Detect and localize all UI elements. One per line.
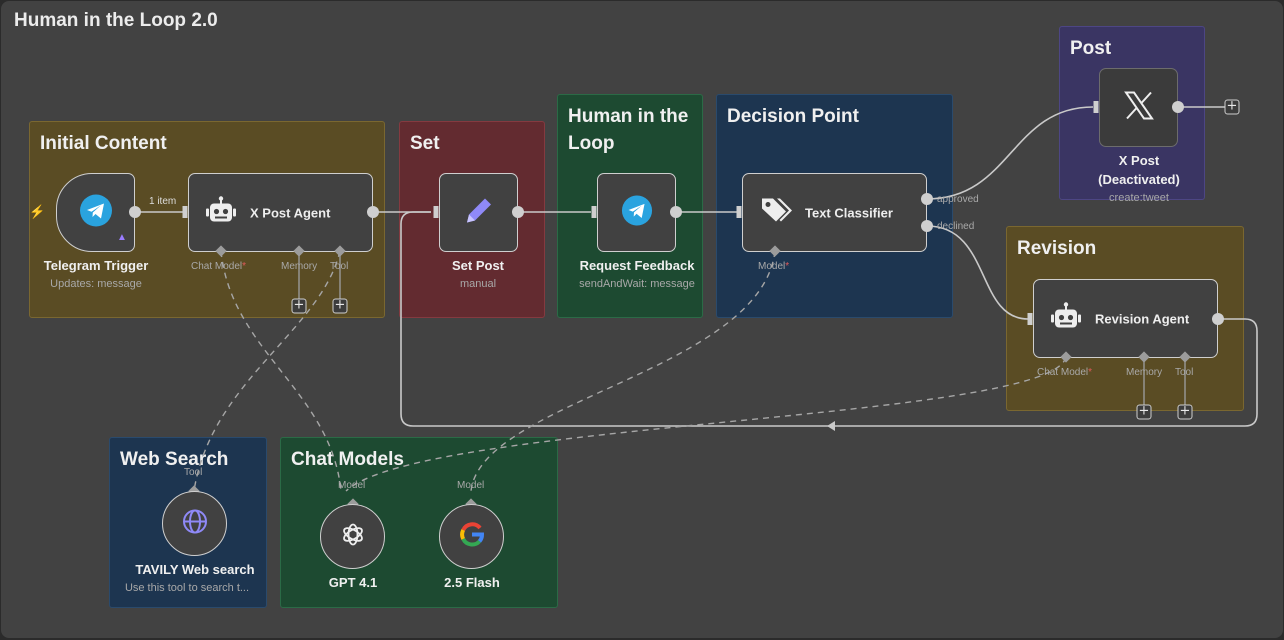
- tavily-web-search-node[interactable]: [162, 491, 227, 556]
- node-label: X Post Agent: [250, 205, 331, 220]
- connection-approved-to-xpost: [926, 106, 1094, 200]
- port-label-model: Model: [338, 480, 366, 491]
- declined-output-port[interactable]: [921, 220, 933, 232]
- port-label-tool: Tool: [184, 467, 203, 478]
- node-label: TAVILY Web search: [135, 562, 255, 577]
- port-label-declined: declined: [937, 221, 975, 232]
- output-port[interactable]: [129, 206, 141, 218]
- node-label: X Post: [1118, 153, 1160, 168]
- globe-icon: [182, 508, 208, 539]
- add-tool-button[interactable]: +: [1177, 404, 1193, 420]
- port-label-approved: approved: [937, 194, 979, 205]
- node-subtitle: create:tweet: [1109, 192, 1169, 204]
- openai-icon: [339, 520, 367, 553]
- robot-icon: [205, 195, 237, 230]
- add-node-button[interactable]: +: [1224, 99, 1240, 115]
- port-label-memory: Memory: [1126, 367, 1163, 378]
- trigger-bolt-icon: ⚡: [29, 204, 46, 219]
- node-subtitle: sendAndWait: message: [579, 278, 695, 290]
- loopback-arrow: [827, 421, 835, 431]
- node-label: Revision Agent: [1095, 311, 1190, 326]
- workflow-canvas[interactable]: Human in the Loop 2.0 Initial Content Se…: [1, 1, 1283, 638]
- node-subtitle: Updates: message: [50, 278, 142, 290]
- connection-item-count: 1 item: [149, 196, 177, 207]
- output-port[interactable]: [1212, 313, 1224, 325]
- port-label-chat-model: Chat Model*: [1037, 367, 1093, 378]
- approved-output-port[interactable]: [921, 193, 933, 205]
- node-label: GPT 4.1: [328, 575, 378, 590]
- input-port[interactable]: [1027, 313, 1033, 325]
- port-label-tool: Tool: [330, 261, 349, 272]
- x-post-node[interactable]: [1099, 68, 1178, 147]
- node-label: Text Classifier: [805, 205, 893, 220]
- telegram-icon: [79, 193, 113, 232]
- pin-icon: ▲: [117, 232, 127, 243]
- input-port[interactable]: [1093, 101, 1099, 113]
- x-logo-icon: [1123, 89, 1155, 126]
- revision-agent-node[interactable]: Revision Agent: [1033, 279, 1218, 358]
- set-post-node[interactable]: [439, 173, 518, 252]
- robot-icon: [1050, 301, 1082, 336]
- telegram-icon: [621, 194, 653, 231]
- connection-gpt-to-revision-model: [345, 356, 1067, 492]
- port-label-memory: Memory: [281, 261, 318, 272]
- node-status-label: (Deactivated): [1098, 172, 1180, 187]
- x-post-agent-node[interactable]: X Post Agent: [188, 173, 373, 252]
- node-label: Telegram Trigger: [43, 258, 149, 273]
- telegram-trigger-node[interactable]: ▲: [56, 173, 135, 252]
- add-tool-button[interactable]: +: [332, 298, 348, 314]
- output-port[interactable]: [1172, 101, 1184, 113]
- input-port[interactable]: [182, 206, 188, 218]
- gemini-2-5-flash-node[interactable]: [439, 504, 504, 569]
- google-icon: [459, 521, 485, 552]
- add-memory-button[interactable]: +: [1136, 404, 1152, 420]
- input-port[interactable]: [433, 206, 439, 218]
- gpt-4-1-node[interactable]: [320, 504, 385, 569]
- output-port[interactable]: [367, 206, 379, 218]
- add-memory-button[interactable]: +: [291, 298, 307, 314]
- text-classifier-node[interactable]: Text Classifier: [742, 173, 927, 252]
- node-subtitle: Use this tool to search t...: [124, 582, 250, 594]
- connection-gpt-to-agent-model: [220, 250, 342, 492]
- request-feedback-node[interactable]: [597, 173, 676, 252]
- connection-tavily-to-agent-tool: [193, 250, 341, 492]
- input-port[interactable]: [736, 206, 742, 218]
- port-label-chat-model: Chat Model*: [191, 261, 247, 272]
- node-label: Set Post: [451, 258, 505, 273]
- input-port[interactable]: [591, 206, 597, 218]
- output-port[interactable]: [670, 206, 682, 218]
- port-label-tool: Tool: [1175, 367, 1194, 378]
- output-port[interactable]: [512, 206, 524, 218]
- tag-icon: [758, 195, 794, 230]
- pencil-icon: [462, 193, 496, 232]
- node-label: Request Feedback: [579, 258, 695, 273]
- node-subtitle: manual: [459, 278, 497, 290]
- port-label-model: Model*: [758, 261, 790, 272]
- port-label-model: Model: [457, 480, 485, 491]
- connection-declined-to-revision: [926, 225, 1029, 320]
- node-label: 2.5 Flash: [444, 575, 500, 590]
